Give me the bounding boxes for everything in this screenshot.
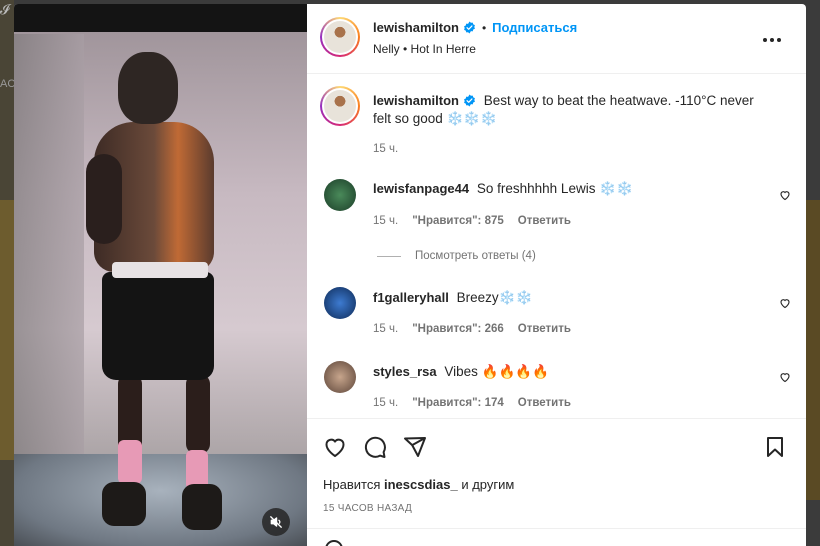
- comment-username[interactable]: lewisfanpage44: [373, 181, 469, 196]
- post-video[interactable]: [14, 4, 307, 546]
- comment-meta: 15 ч. "Нравится": 174 Ответить: [373, 397, 571, 409]
- comment-username[interactable]: f1galleryhall: [373, 290, 449, 305]
- comment-item: styles_rsa Vibes 🔥🔥🔥🔥: [373, 364, 753, 380]
- reply-button[interactable]: Ответить: [518, 323, 571, 335]
- person-head: [118, 52, 178, 124]
- video-top-bar: [14, 4, 307, 32]
- person-shorts: [102, 272, 214, 380]
- comment-text: Vibes 🔥🔥🔥🔥: [444, 364, 549, 379]
- comment-meta: 15 ч. "Нравится": 875 Ответить: [373, 215, 571, 227]
- comment-avatar[interactable]: [324, 179, 356, 211]
- comment-item: lewisfanpage44 So freshhhhh Lewis ❄️❄️: [373, 181, 753, 197]
- mute-button[interactable]: [262, 508, 290, 536]
- comment-time: 15 ч.: [373, 397, 399, 409]
- background-photo: [0, 200, 14, 460]
- posted-time: 15 ЧАСОВ НАЗАД: [323, 503, 413, 514]
- heart-icon[interactable]: [323, 435, 347, 459]
- likes-suffix[interactable]: и другим: [461, 477, 514, 492]
- post-actions: Нравится inescsdias_ и другим 15 ЧАСОВ Н…: [307, 418, 806, 546]
- post-modal: lewishamilton • Подписаться Nelly • Hot …: [14, 4, 806, 546]
- instagram-logo-icon: 𝓘: [0, 2, 10, 18]
- comment-time: 15 ч.: [373, 215, 399, 227]
- likes-user[interactable]: inescsdias_: [384, 477, 458, 492]
- view-replies-button[interactable]: Посмотреть ответы (4): [377, 250, 536, 262]
- likes-summary[interactable]: Нравится inescsdias_ и другим: [323, 477, 514, 492]
- comment-avatar[interactable]: [324, 361, 356, 393]
- verified-icon: [464, 94, 475, 107]
- person-arm: [86, 154, 122, 244]
- background-photo-right: [806, 200, 820, 500]
- video-floor: [14, 454, 307, 546]
- header-user-line: lewishamilton • Подписаться: [373, 20, 577, 35]
- person-shoe-left: [102, 482, 146, 526]
- caption-avatar[interactable]: [320, 86, 360, 126]
- comment-avatar[interactable]: [324, 287, 356, 319]
- follow-button[interactable]: Подписаться: [492, 20, 577, 35]
- person-leg-right: [186, 374, 210, 454]
- replies-divider: [377, 255, 401, 257]
- author-avatar[interactable]: [320, 17, 360, 57]
- audio-link[interactable]: Nelly • Hot In Herre: [373, 42, 476, 56]
- reply-button[interactable]: Ответить: [518, 215, 571, 227]
- caption-timestamp: 15 ч.: [373, 143, 399, 155]
- comment-text: Breezy❄️❄️: [456, 290, 533, 305]
- separator-dot: •: [481, 20, 487, 35]
- comment-likes[interactable]: "Нравится": 174: [412, 397, 504, 409]
- comment-time: 15 ч.: [373, 323, 399, 335]
- person-shoe-right: [182, 484, 222, 530]
- comment-icon[interactable]: [363, 435, 387, 459]
- video-wall: [14, 34, 84, 474]
- likes-prefix: Нравится: [323, 477, 381, 492]
- comment-likes[interactable]: "Нравится": 266: [412, 323, 504, 335]
- add-comment-divider: [307, 528, 806, 529]
- comment-text: So freshhhhh Lewis ❄️❄️: [476, 181, 633, 196]
- reply-button[interactable]: Ответить: [518, 397, 571, 409]
- background-left-text: AC: [0, 78, 16, 90]
- person-waistband: [112, 262, 208, 278]
- comment-like-icon[interactable]: [779, 189, 791, 201]
- more-icon: [763, 38, 781, 42]
- comment-item: f1galleryhall Breezy❄️❄️: [373, 290, 753, 306]
- author-username[interactable]: lewishamilton: [373, 20, 459, 35]
- comment-meta: 15 ч. "Нравится": 266 Ответить: [373, 323, 571, 335]
- post-panel: lewishamilton • Подписаться Nelly • Hot …: [307, 4, 806, 546]
- comment-like-icon[interactable]: [779, 371, 791, 383]
- caption-username[interactable]: lewishamilton: [373, 93, 459, 108]
- mute-icon: [270, 516, 282, 528]
- post-caption: lewishamilton Best way to beat the heatw…: [373, 92, 773, 128]
- send-icon[interactable]: [403, 435, 427, 459]
- post-header: lewishamilton • Подписаться Nelly • Hot …: [307, 4, 806, 74]
- bookmark-icon[interactable]: [763, 435, 787, 459]
- comment-like-icon[interactable]: [779, 297, 791, 309]
- comment-likes[interactable]: "Нравится": 875: [412, 215, 504, 227]
- view-replies-label: Посмотреть ответы (4): [415, 250, 536, 262]
- more-options-button[interactable]: [762, 30, 782, 48]
- person-sock-left: [118, 440, 142, 484]
- comment-username[interactable]: styles_rsa: [373, 364, 437, 379]
- verified-icon: [464, 21, 475, 34]
